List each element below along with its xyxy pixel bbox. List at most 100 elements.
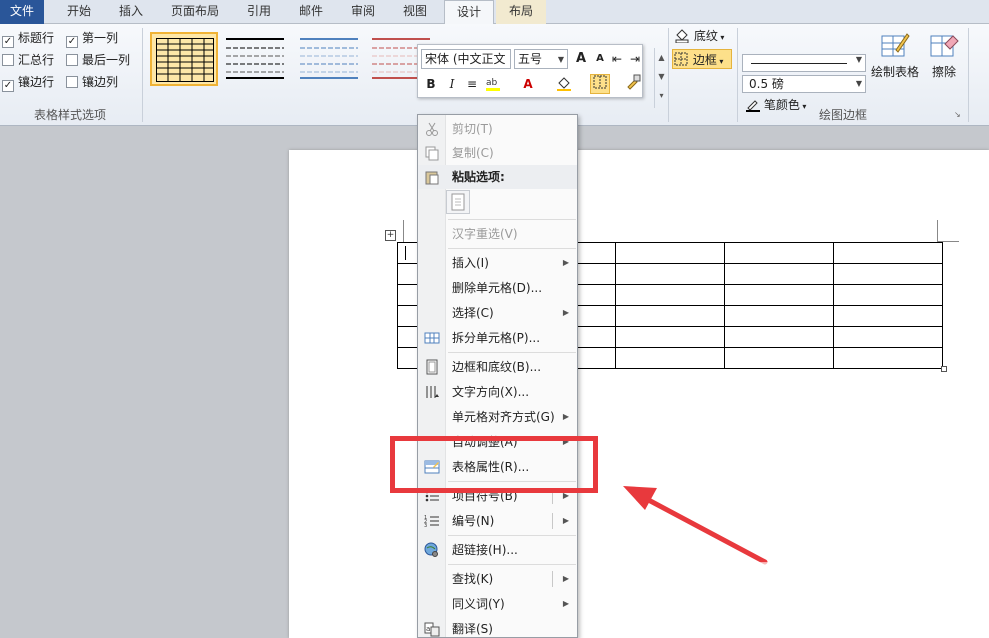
table-style-grid[interactable] <box>150 32 218 86</box>
tab-review[interactable]: 审阅 <box>340 0 386 24</box>
line-weight-combo[interactable]: 0.5 磅 ▼ <box>742 75 866 93</box>
tab-insert[interactable]: 插入 <box>108 0 154 24</box>
tab-home[interactable]: 开始 <box>56 0 102 24</box>
svg-text:3: 3 <box>424 523 427 529</box>
font-name-combo[interactable]: 宋体 (中文正文 <box>421 49 511 69</box>
shading-button[interactable]: 底纹 ▾ <box>674 26 734 46</box>
numbering-icon: 123 <box>424 515 439 529</box>
gallery-more-icon[interactable]: ▾ <box>655 86 668 105</box>
group-divider <box>968 28 969 122</box>
tab-file[interactable]: 文件 <box>0 0 44 24</box>
grow-font-icon[interactable]: A <box>571 49 591 69</box>
menu-item-hyperlink[interactable]: 超链接(H)... <box>418 538 577 562</box>
menu-item-cut[interactable]: 剪切(T) <box>418 117 577 141</box>
table-style-light-shading-accent1[interactable] <box>296 32 364 86</box>
text-direction-icon <box>426 386 439 398</box>
menu-item-reconvert[interactable]: 汉字重选(V) <box>418 222 577 246</box>
font-color-icon[interactable]: A <box>518 74 538 94</box>
borders-icon[interactable] <box>590 74 610 94</box>
checkbox-icon: ✓ <box>66 36 78 48</box>
menu-item-select[interactable]: 选择(C) ▶ <box>418 301 577 325</box>
hyperlink-globe-icon <box>424 542 438 557</box>
paint-bucket-icon <box>675 29 689 43</box>
menu-item-insert[interactable]: 插入(I) ▶ <box>418 251 577 275</box>
mini-toolbar: 宋体 (中文正文 五号 ▼ A A ⇤ ⇥ B I ≡ ab A <box>417 44 643 98</box>
eraser-button[interactable]: 擦除 <box>924 30 964 80</box>
checkbox-header-row[interactable]: ✓ 标题行 <box>2 30 54 48</box>
submenu-arrow-icon: ▶ <box>562 308 569 317</box>
increase-indent-icon[interactable]: ⇥ <box>625 49 645 69</box>
tab-design[interactable]: 设计 <box>444 0 494 25</box>
borders-button[interactable]: 边框 ▾ <box>672 49 732 69</box>
checkbox-banded-rows[interactable]: ✓ 镶边行 <box>2 74 54 92</box>
paste-icon <box>425 171 439 185</box>
format-painter-icon[interactable] <box>623 74 643 94</box>
tab-page-layout[interactable]: 页面布局 <box>162 0 228 24</box>
highlight-icon[interactable]: ab <box>484 74 504 94</box>
style-gallery-scroll[interactable]: ▲ ▼ ▾ <box>654 48 668 108</box>
checkbox-icon: ✓ <box>2 80 14 92</box>
checkbox-icon <box>66 54 78 66</box>
annotation-arrow-icon <box>623 486 768 565</box>
scroll-down-icon[interactable]: ▼ <box>655 67 668 86</box>
group-divider <box>668 28 669 122</box>
paste-keep-text-only-button[interactable] <box>446 190 470 214</box>
table-style-light-shading[interactable] <box>222 32 290 86</box>
highlight-box <box>390 436 598 493</box>
context-menu: 剪切(T) 复制(C) 粘贴选项: 汉字重选(V) 插入(I) ▶ 删除单元格(D… <box>417 114 578 638</box>
tab-view[interactable]: 视图 <box>392 0 438 24</box>
submenu-arrow-icon: ▶ <box>562 599 569 608</box>
split-divider <box>552 513 553 529</box>
draw-table-button[interactable]: 绘制表格 <box>870 30 920 80</box>
menu-item-find[interactable]: 查找(K) ▶ <box>418 567 577 591</box>
shading-icon[interactable] <box>554 74 574 94</box>
copy-icon <box>425 146 439 161</box>
crop-mark <box>403 220 404 242</box>
chevron-down-icon: ▼ <box>557 55 564 64</box>
menu-item-text-direction[interactable]: 文字方向(X)... <box>418 380 577 404</box>
svg-text:ab: ab <box>486 78 498 88</box>
center-align-icon[interactable]: ≡ <box>462 74 482 94</box>
group-label-table-style-options: 表格样式选项 <box>33 108 106 122</box>
scroll-up-icon[interactable]: ▲ <box>655 48 668 67</box>
submenu-arrow-icon: ▶ <box>562 412 569 421</box>
menu-separator <box>448 219 576 220</box>
line-style-combo[interactable]: ▼ <box>742 54 866 72</box>
menu-item-paste-options: 粘贴选项: <box>418 165 577 189</box>
italic-button[interactable]: I <box>442 74 462 94</box>
tab-layout[interactable]: 布局 <box>496 0 546 24</box>
menu-item-borders-shading[interactable]: 边框和底纹(B)... <box>418 355 577 379</box>
tab-references[interactable]: 引用 <box>236 0 282 24</box>
scissors-icon <box>426 122 438 136</box>
borders-icon <box>674 52 688 66</box>
menu-item-copy[interactable]: 复制(C) <box>418 141 577 165</box>
bold-button[interactable]: B <box>421 74 441 94</box>
text-cursor <box>405 246 406 260</box>
split-cells-icon <box>424 332 440 344</box>
chevron-down-icon: ▼ <box>855 79 862 88</box>
menu-item-delete-cells[interactable]: 删除单元格(D)... <box>418 276 577 300</box>
checkbox-total-row[interactable]: 汇总行 <box>2 52 54 68</box>
menu-separator <box>448 248 576 249</box>
menu-item-split-cells[interactable]: 拆分单元格(P)... <box>418 326 577 350</box>
checkbox-icon: ✓ <box>2 36 14 48</box>
menu-item-cell-alignment[interactable]: 单元格对齐方式(G) ▶ <box>418 405 577 429</box>
checkbox-last-column[interactable]: 最后一列 <box>66 52 130 68</box>
submenu-arrow-icon[interactable]: ▶ <box>563 567 569 591</box>
submenu-arrow-icon[interactable]: ▶ <box>563 509 569 533</box>
translate-icon: a <box>424 622 440 637</box>
menu-item-numbering[interactable]: 123 编号(N) ▶ <box>418 509 577 533</box>
menu-item-synonyms[interactable]: 同义词(Y) ▶ <box>418 592 577 616</box>
dialog-launcher-icon[interactable]: ↘ <box>954 110 961 119</box>
checkbox-banded-columns[interactable]: 镶边列 <box>66 74 118 90</box>
table-resize-handle[interactable] <box>941 366 947 372</box>
tab-mailings[interactable]: 邮件 <box>288 0 334 24</box>
font-size-combo[interactable]: 五号 ▼ <box>514 49 568 69</box>
menu-separator <box>448 352 576 353</box>
table-move-handle-icon[interactable]: + <box>385 230 396 241</box>
menu-item-translate[interactable]: a 翻译(S) <box>418 617 577 638</box>
decrease-indent-icon[interactable]: ⇤ <box>607 49 627 69</box>
checkbox-icon <box>66 76 78 88</box>
submenu-arrow-icon: ▶ <box>562 258 569 267</box>
checkbox-first-column[interactable]: ✓ 第一列 <box>66 30 118 48</box>
